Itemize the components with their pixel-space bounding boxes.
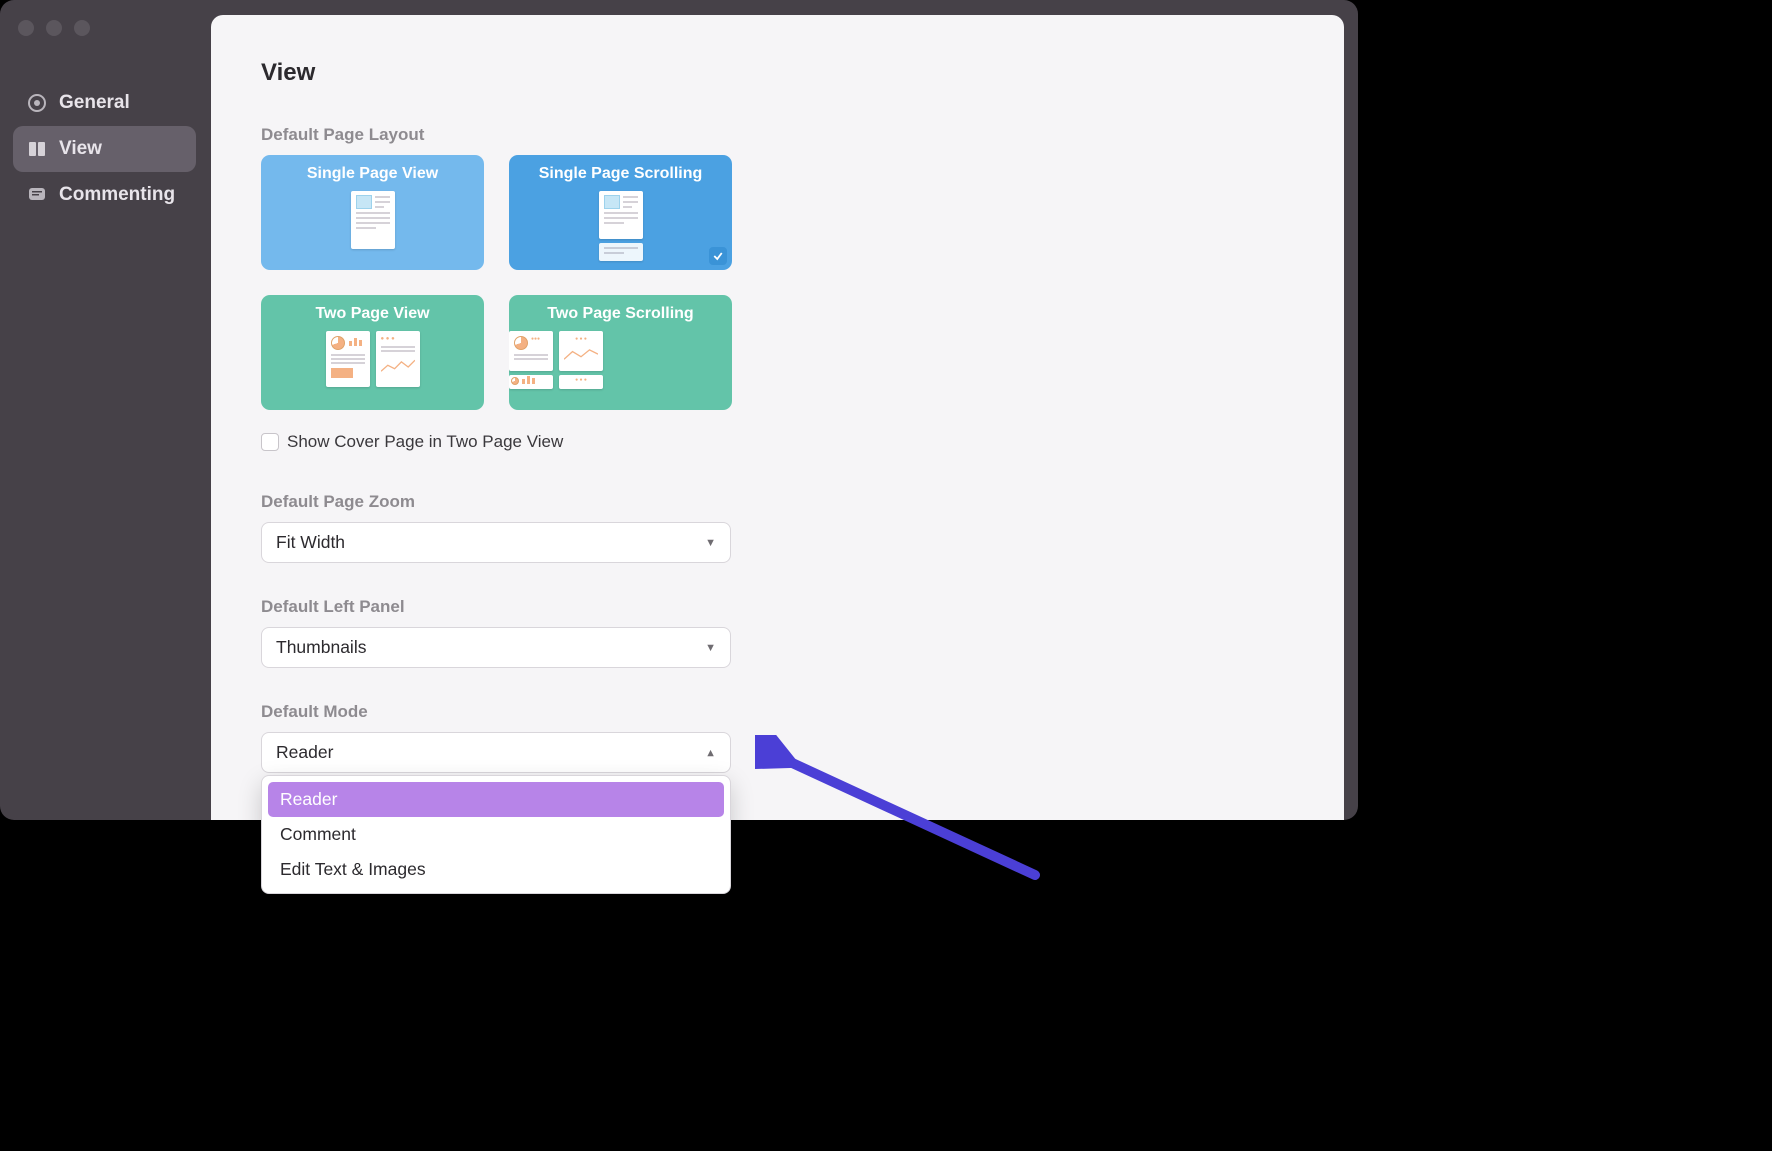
sidebar-item-label: General (59, 92, 130, 114)
mini-page-peek-illustration (509, 375, 553, 389)
dropdown-item-edit-text-images[interactable]: Edit Text & Images (268, 852, 724, 887)
sidebar-item-commenting[interactable]: Commenting (13, 172, 196, 218)
maximize-window-button[interactable] (74, 20, 90, 36)
commenting-icon (27, 185, 47, 205)
chevron-up-icon: ▼ (705, 747, 716, 759)
default-left-panel-label: Default Left Panel (261, 597, 1294, 617)
view-icon (27, 139, 47, 159)
default-mode-select[interactable]: Reader ▼ (261, 732, 731, 773)
dropdown-item-label: Edit Text & Images (280, 859, 426, 879)
general-icon (27, 93, 47, 113)
dropdown-item-comment[interactable]: Comment (268, 817, 724, 852)
layout-option-two-page-view[interactable]: Two Page View ● ● ● (261, 295, 484, 410)
select-value: Thumbnails (276, 637, 366, 658)
layout-option-label: Single Page Scrolling (539, 165, 703, 182)
window-controls (18, 20, 90, 36)
chevron-down-icon: ▼ (705, 537, 716, 549)
preferences-window: General View Commenting View Default Pag… (0, 0, 1358, 820)
sidebar-item-label: View (59, 138, 102, 160)
mini-page-illustration: ● ● ● (376, 331, 420, 387)
mini-page-illustration: ● ● ● (559, 331, 603, 371)
sidebar: General View Commenting (13, 80, 196, 218)
show-cover-page-checkbox[interactable] (261, 433, 279, 451)
page-title: View (261, 59, 1294, 87)
default-left-panel-select[interactable]: Thumbnails ▼ (261, 627, 731, 668)
mini-page-illustration (351, 191, 395, 249)
close-window-button[interactable] (18, 20, 34, 36)
select-value: Fit Width (276, 532, 345, 553)
default-page-zoom-label: Default Page Zoom (261, 492, 1294, 512)
layout-options-grid: Single Page View (261, 155, 1294, 410)
sidebar-item-general[interactable]: General (13, 80, 196, 126)
layout-option-two-page-scrolling[interactable]: Two Page Scrolling ●●● ● ● ● (509, 295, 732, 410)
mini-page-illustration: ●●● (509, 331, 553, 371)
layout-option-label: Two Page View (315, 305, 429, 322)
chevron-down-icon: ▼ (705, 642, 716, 654)
layout-option-label: Single Page View (307, 165, 438, 182)
default-page-layout-label: Default Page Layout (261, 125, 1294, 145)
show-cover-page-label: Show Cover Page in Two Page View (287, 432, 563, 452)
default-mode-dropdown: Reader Comment Edit Text & Images (261, 775, 731, 894)
minimize-window-button[interactable] (46, 20, 62, 36)
layout-option-single-page-view[interactable]: Single Page View (261, 155, 484, 270)
dropdown-item-label: Reader (280, 789, 337, 809)
dropdown-item-label: Comment (280, 824, 356, 844)
sidebar-item-label: Commenting (59, 184, 175, 206)
layout-option-single-page-scrolling[interactable]: Single Page Scrolling (509, 155, 732, 270)
sidebar-item-view[interactable]: View (13, 126, 196, 172)
dropdown-item-reader[interactable]: Reader (268, 782, 724, 817)
mini-page-illustration (326, 331, 370, 387)
layout-option-label: Two Page Scrolling (547, 305, 693, 322)
content-panel: View Default Page Layout Single Page Vie… (211, 15, 1344, 820)
show-cover-page-option: Show Cover Page in Two Page View (261, 432, 1294, 452)
select-value: Reader (276, 742, 333, 763)
default-mode-label: Default Mode (261, 702, 1294, 722)
mini-page-peek-illustration: ● ● ● (559, 375, 603, 389)
selected-check-icon (709, 247, 727, 265)
mini-page-stack-illustration (599, 191, 643, 261)
default-page-zoom-select[interactable]: Fit Width ▼ (261, 522, 731, 563)
